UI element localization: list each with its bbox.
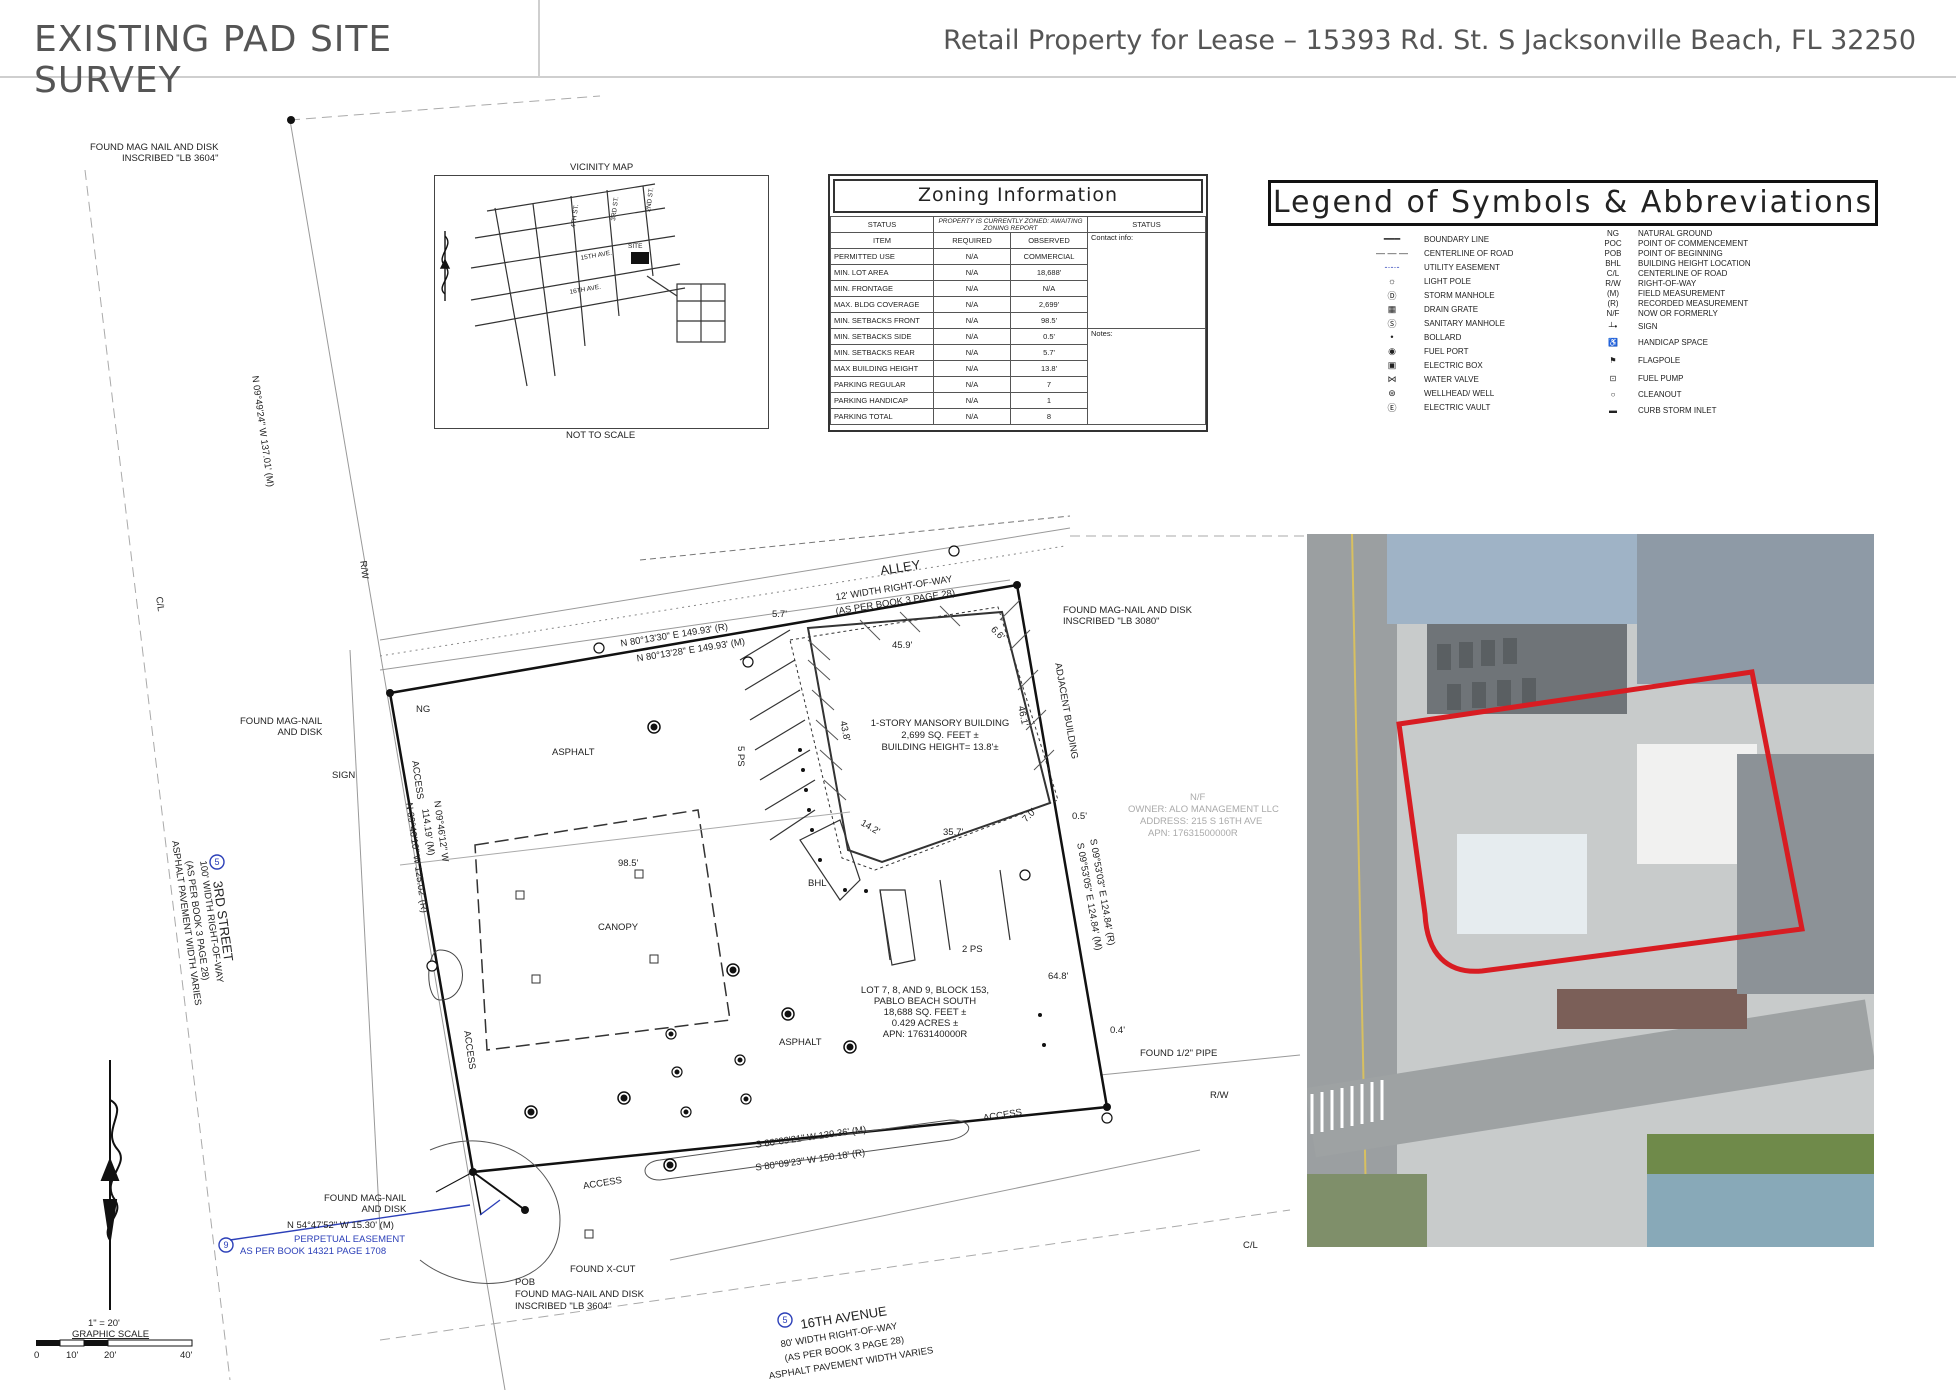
sign-label: SIGN — [332, 770, 356, 781]
found-nail-nw: FOUND MAG-NAIL AND DISK — [240, 716, 323, 738]
scale-tick-0: 0 — [34, 1350, 40, 1361]
found-nail-top-left: FOUND MAG NAIL AND DISK INSCRIBED "LB 36… — [90, 142, 219, 164]
building-label-2: 2,699 SQ. FEET ± — [901, 730, 979, 741]
scale-tick-20: 20' — [104, 1350, 117, 1361]
found-xcut-label: FOUND X-CUT — [570, 1264, 636, 1275]
found-nail-ne: FOUND MAG-NAIL AND DISK INSCRIBED "LB 30… — [1063, 605, 1192, 627]
dim-35-7: 35.7' — [943, 827, 964, 838]
pob-inscription: INSCRIBED "LB 3604" — [515, 1301, 612, 1312]
lot-area-acres: 0.429 ACRES ± — [891, 1018, 959, 1029]
dim-0-5: 0.5' — [1072, 811, 1088, 822]
scale-title: GRAPHIC SCALE — [72, 1329, 150, 1340]
lot-description-1: LOT 7, 8, AND 9, BLOCK 153, — [860, 985, 990, 996]
scale-ratio: 1" = 20' — [88, 1318, 120, 1329]
lot-apn: APN: 1763140000R — [882, 1029, 968, 1040]
pob-found-nail: FOUND MAG-NAIL AND DISK — [515, 1289, 644, 1300]
aerial-photo — [1307, 534, 1874, 1247]
nf-address: ADDRESS: 215 S 16TH AVE — [1140, 816, 1263, 827]
parking-2-spaces: 2 PS — [962, 944, 983, 955]
bhl-label: BHL — [808, 878, 827, 889]
dim-0-4: 0.4' — [1110, 1025, 1126, 1036]
asphalt-label-south: ASPHALT — [779, 1037, 822, 1048]
centerline-label-left: C/L — [153, 596, 167, 613]
dim-5-7: 5.7' — [772, 609, 788, 620]
building-label-1: 1-STORY MANSORY BUILDING — [870, 718, 1010, 729]
lot-description-2: PABLO BEACH SOUTH — [873, 996, 977, 1007]
third-street-marker-5: 5 — [214, 857, 219, 867]
bearing-sw: N 54°47'52" W 15.30' (M) — [287, 1220, 394, 1231]
nf-apn: APN: 17631500000R — [1148, 828, 1238, 839]
scale-tick-10: 10' — [66, 1350, 79, 1361]
building-label-3: BUILDING HEIGHT= 13.8'± — [881, 742, 999, 753]
pob-label: POB — [515, 1277, 536, 1288]
centerline-label-south: C/L — [1243, 1240, 1258, 1251]
easement-marker-9: 9 — [223, 1240, 228, 1250]
rw-label-left: R/W — [357, 560, 371, 580]
dim-98-5: 98.5' — [618, 858, 639, 869]
easement-label-1: PERPETUAL EASEMENT — [294, 1234, 406, 1245]
natural-ground-label: NG — [416, 704, 431, 715]
canopy-label: CANOPY — [598, 922, 639, 933]
rw-label-east: R/W — [1210, 1090, 1229, 1101]
asphalt-label-north: ASPHALT — [552, 747, 595, 758]
found-nail-sw: FOUND MAG-NAIL AND DISK — [324, 1193, 407, 1215]
north-arrow-icon — [100, 1060, 122, 1310]
easement-label-2: AS PER BOOK 14321 PAGE 1708 — [240, 1246, 387, 1257]
dim-45-9: 45.9' — [892, 640, 913, 651]
nf-label: N/F — [1190, 792, 1206, 803]
dim-64-8: 64.8' — [1048, 971, 1069, 982]
parking-5-spaces: 5 PS — [735, 746, 746, 767]
sixteenth-ave-marker-5: 5 — [782, 1315, 787, 1325]
graphic-scale — [36, 1339, 193, 1347]
scale-tick-40: 40' — [180, 1350, 193, 1361]
nf-owner: OWNER: ALO MANAGEMENT LLC — [1128, 804, 1279, 815]
lot-area-sqft: 18,688 SQ. FEET ± — [883, 1007, 967, 1018]
aerial-graphic — [1307, 534, 1874, 1247]
found-pipe-label: FOUND 1/2" PIPE — [1140, 1048, 1218, 1059]
